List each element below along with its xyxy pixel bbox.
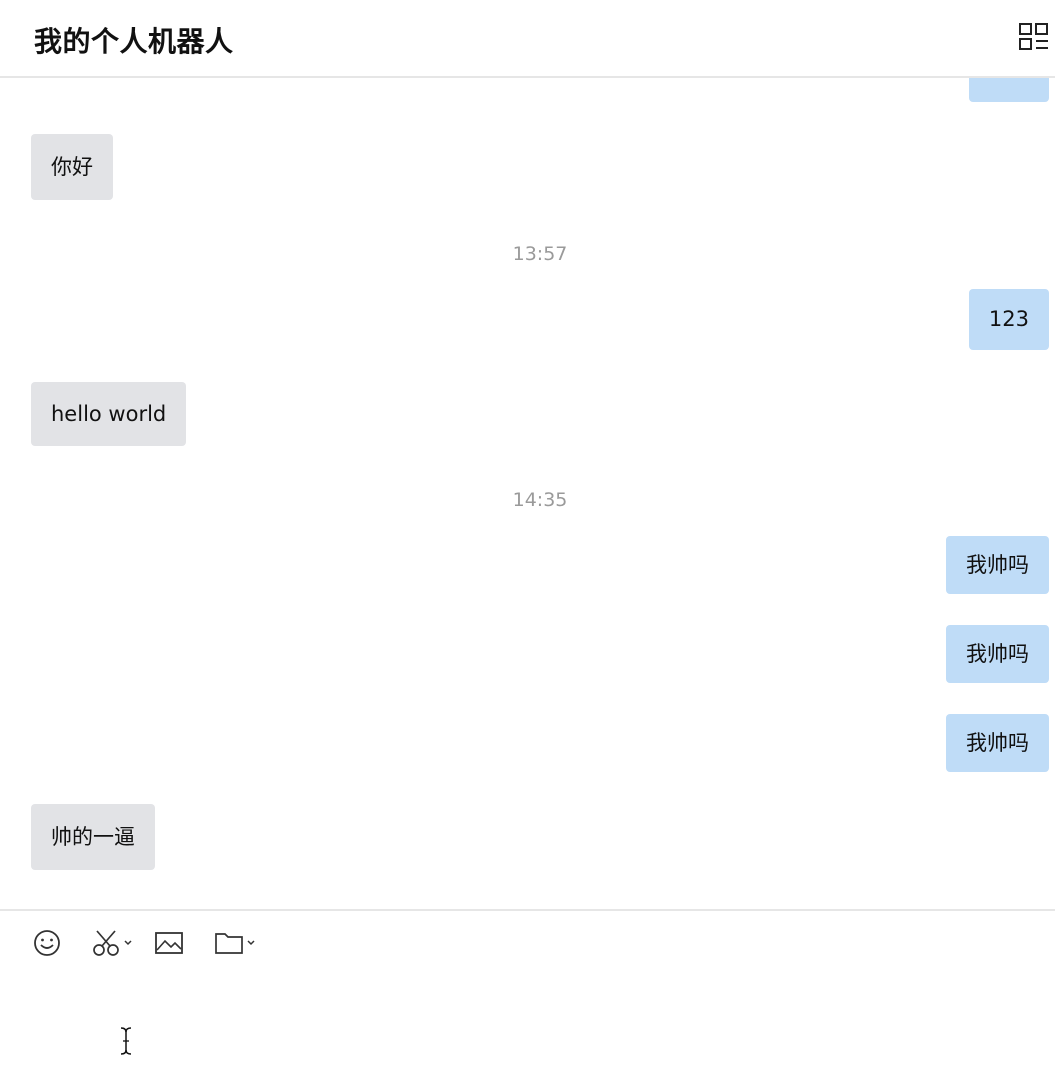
folder-icon[interactable] — [213, 928, 259, 958]
message-bubble-received[interactable]: 帅的一逼 — [31, 804, 155, 870]
grid-more-icon[interactable] — [1018, 22, 1050, 52]
message-text: hello world — [51, 401, 167, 426]
message-text: 123 — [989, 78, 1029, 81]
message-bubble-sent[interactable]: 我帅吗 — [946, 536, 1049, 594]
message-text: 我帅吗 — [966, 730, 1029, 755]
message-bubble-received[interactable]: 你好 — [31, 134, 113, 200]
message-bubble-sent[interactable]: 123 — [968, 78, 1049, 102]
chat-title: 我的个人机器人 — [34, 25, 234, 58]
message-bubble-sent[interactable]: 我帅吗 — [946, 714, 1049, 772]
chat-header: 我的个人机器人 — [0, 0, 1055, 78]
message-text: 我帅吗 — [966, 552, 1029, 577]
message-text: 你好 — [51, 154, 93, 179]
message-bubble-received[interactable]: hello world — [31, 382, 187, 446]
input-toolbar — [0, 912, 1055, 972]
message-input[interactable] — [30, 980, 1034, 1074]
message-list[interactable]: 123 你好 13:57 123 hello world 14:35 我帅吗 我… — [0, 78, 1055, 909]
message-text: 我帅吗 — [966, 641, 1029, 666]
message-bubble-sent[interactable]: 我帅吗 — [946, 625, 1049, 683]
message-text: 123 — [988, 307, 1029, 331]
timestamp: 13:57 — [512, 243, 568, 265]
input-divider — [0, 909, 1055, 911]
message-text: 帅的一逼 — [51, 824, 135, 849]
timestamp: 14:35 — [512, 489, 568, 511]
emoji-icon[interactable] — [32, 928, 62, 958]
text-cursor-icon — [119, 1026, 133, 1056]
image-icon[interactable] — [154, 928, 184, 958]
message-bubble-sent[interactable]: 123 — [968, 289, 1049, 350]
scissors-icon[interactable] — [91, 928, 137, 958]
